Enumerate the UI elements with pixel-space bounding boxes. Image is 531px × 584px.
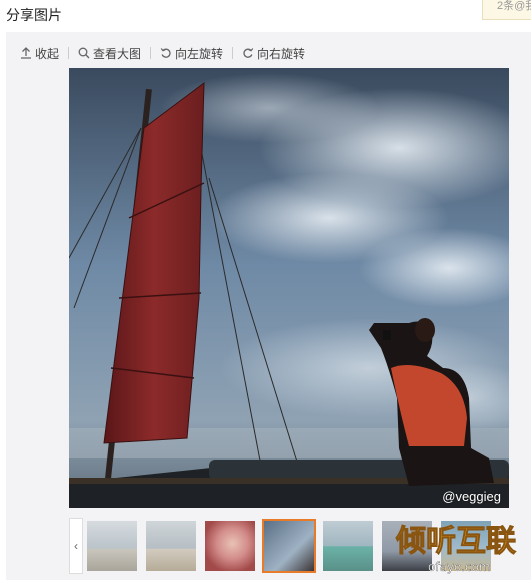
site-logo-text: 倾听互联: [395, 524, 516, 559]
rotate-left-button[interactable]: 向左旋转: [160, 44, 223, 62]
thumbnail-5[interactable]: [323, 521, 373, 571]
thumbnail-1[interactable]: [87, 521, 137, 571]
thumbnail-2[interactable]: [146, 521, 196, 571]
notification-tip[interactable]: 2条@我: [482, 0, 531, 20]
thumbnail-4[interactable]: [262, 519, 316, 573]
image-viewer-panel: 收起 查看大图 向左旋转 向右旋转 @veggieg ‹: [6, 32, 531, 580]
collapse-label: 收起: [35, 46, 60, 61]
toolbar-divider: [68, 47, 70, 59]
magnifier-icon: [78, 47, 90, 59]
view-large-button[interactable]: 查看大图: [78, 44, 141, 62]
site-logo-domain: ofayo.com: [428, 560, 491, 574]
collapse-button[interactable]: 收起: [20, 44, 59, 62]
rotate-left-label: 向左旋转: [175, 46, 224, 61]
rotate-right-icon: [243, 48, 254, 58]
image-toolbar: 收起 查看大图 向左旋转 向右旋转: [20, 44, 305, 62]
rotate-right-button[interactable]: 向右旋转: [242, 44, 305, 62]
thumbnail-3[interactable]: [205, 521, 255, 571]
photo-watermark: @veggieg: [442, 489, 501, 504]
toolbar-divider: [150, 47, 152, 59]
sailboat-photo: [69, 68, 509, 508]
main-photo[interactable]: @veggieg: [69, 68, 509, 508]
upload-arrow-icon: [21, 47, 31, 59]
prev-thumbnail-button[interactable]: ‹: [69, 518, 83, 574]
rotate-left-icon: [160, 48, 171, 58]
page-title: 分享图片: [6, 7, 62, 23]
site-logo: 倾听互联 ofayo.com: [392, 515, 528, 579]
view-large-label: 查看大图: [93, 46, 142, 61]
rotate-right-label: 向右旋转: [257, 46, 306, 61]
toolbar-divider: [232, 47, 234, 59]
